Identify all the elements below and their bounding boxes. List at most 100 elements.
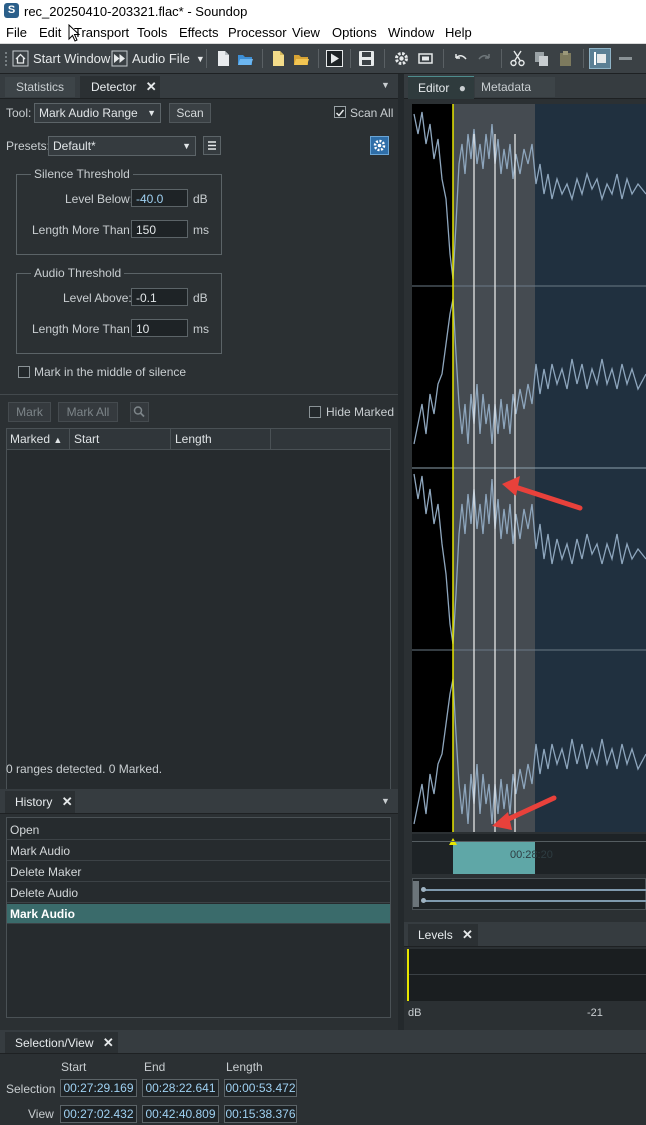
play-icon[interactable]	[326, 50, 343, 67]
mark-all-button[interactable]: Mark All	[58, 402, 118, 422]
audio-file-label: Audio File	[132, 51, 190, 66]
detector-status: 0 ranges detected. 0 Marked.	[6, 762, 163, 776]
silence-length-input[interactable]: 150	[131, 220, 188, 238]
history-item-selected[interactable]: Mark Audio	[7, 904, 390, 924]
panel-menu-dropdown-icon[interactable]: ▼	[381, 80, 390, 90]
gear-icon	[373, 139, 386, 152]
history-item[interactable]: Mark Audio	[7, 841, 390, 861]
title-bar: S rec_20250410-203321.flac* - Soundop	[0, 0, 646, 23]
selection-end-input[interactable]: 00:28:22.641	[142, 1079, 219, 1097]
close-tab-icon[interactable]: ✕	[462, 927, 473, 942]
timeline-time-label: 00:28:20	[510, 849, 553, 861]
tab-metadata[interactable]: Metadata	[475, 77, 555, 97]
audio-length-input[interactable]: 10	[131, 319, 188, 337]
audio-length-unit: ms	[193, 322, 209, 336]
copy-icon[interactable]	[533, 50, 550, 67]
menu-bar: File Edit Transport Tools Effects Proces…	[0, 23, 646, 44]
silence-level-input[interactable]: -40.0	[131, 189, 188, 207]
detector-settings-button[interactable]	[370, 136, 389, 155]
silence-level-unit: dB	[193, 192, 208, 206]
view-length-input[interactable]: 00:15:38.376	[224, 1105, 297, 1123]
undo-icon[interactable]	[452, 50, 469, 67]
chevron-down-icon: ▼	[147, 108, 156, 118]
new-project-icon[interactable]	[270, 50, 287, 67]
tab-history[interactable]: History ✕	[5, 791, 75, 813]
menu-processor[interactable]: Processor	[228, 25, 287, 40]
select-range-icon	[594, 52, 606, 65]
tab-editor[interactable]: Editor ●	[408, 76, 474, 99]
menu-options[interactable]: Options	[332, 25, 377, 40]
audio-level-label: Level Above:	[63, 291, 132, 305]
presets-select[interactable]: Default* ▼	[48, 136, 196, 156]
selection-start-input[interactable]: 00:27:29.169	[60, 1079, 137, 1097]
scan-button[interactable]: Scan	[169, 103, 211, 123]
tool-select[interactable]: Mark Audio Range ▼	[34, 103, 161, 123]
panel-menu-dropdown-icon[interactable]: ▼	[381, 796, 390, 806]
overview-handle[interactable]	[413, 881, 419, 907]
menu-window[interactable]: Window	[388, 25, 434, 40]
tab-levels[interactable]: Levels ✕	[408, 924, 478, 946]
menu-effects[interactable]: Effects	[179, 25, 219, 40]
view-end-input[interactable]: 00:42:40.809	[142, 1105, 219, 1123]
start-window-button[interactable]: Start Window	[12, 48, 110, 69]
mouse-cursor-icon	[68, 24, 80, 42]
history-item[interactable]: Delete Maker	[7, 862, 390, 882]
find-button[interactable]	[130, 402, 149, 422]
toolbar-separator	[443, 49, 444, 68]
col-start[interactable]: Start	[74, 432, 99, 446]
tab-statistics[interactable]: Statistics	[5, 77, 75, 97]
menu-edit[interactable]: Edit	[39, 25, 61, 40]
history-item[interactable]: Delete Audio	[7, 883, 390, 903]
select-tool-button[interactable]	[589, 48, 611, 69]
start-window-label: Start Window	[33, 51, 111, 66]
menu-view[interactable]: View	[292, 25, 320, 40]
close-tab-icon[interactable]: ✕	[62, 794, 73, 809]
divider	[0, 394, 398, 395]
selection-length-input[interactable]: 00:00:53.472	[224, 1079, 297, 1097]
audio-level-unit: dB	[193, 291, 208, 305]
audio-file-button[interactable]: Audio File ▼	[111, 48, 205, 69]
silence-threshold-group: Silence Threshold	[16, 167, 222, 255]
toolbar-separator	[501, 49, 502, 68]
close-tab-icon[interactable]: ✕	[146, 79, 157, 94]
open-project-icon[interactable]	[293, 50, 310, 67]
history-item[interactable]: Open	[7, 820, 390, 840]
mark-middle-checkbox[interactable]	[18, 366, 30, 378]
hide-marked-checkbox[interactable]	[309, 406, 321, 418]
menu-tools[interactable]: Tools	[137, 25, 167, 40]
editor-panel: Editor ● Metadata 00:28:20	[404, 74, 646, 916]
toolbar-separator	[262, 49, 263, 68]
overview-strip[interactable]	[412, 878, 646, 910]
waveform-view[interactable]	[412, 104, 646, 832]
col-marked[interactable]: Marked ▲	[10, 432, 62, 446]
hide-marked-label: Hide Marked	[326, 405, 395, 419]
open-file-icon[interactable]	[237, 50, 254, 67]
presets-list-button[interactable]	[203, 136, 221, 155]
processor-chip-icon[interactable]	[417, 50, 434, 67]
app-icon: S	[4, 3, 19, 18]
cut-scissors-icon[interactable]	[509, 50, 526, 67]
view-start-input[interactable]: 00:27:02.432	[60, 1105, 137, 1123]
menu-file[interactable]: File	[6, 25, 27, 40]
home-icon	[12, 50, 29, 67]
menu-help[interactable]: Help	[445, 25, 472, 40]
save-icon[interactable]	[358, 50, 375, 67]
toolbar-separator	[384, 49, 385, 68]
marker-tool-icon[interactable]	[617, 50, 634, 67]
col-length[interactable]: Length	[175, 432, 212, 446]
silence-threshold-title: Silence Threshold	[31, 167, 133, 181]
redo-icon[interactable]	[476, 50, 493, 67]
paste-icon[interactable]	[557, 50, 574, 67]
selection-view-panel: Selection/View ✕ Start End Length Select…	[0, 1030, 646, 1125]
close-tab-icon[interactable]: ✕	[103, 1035, 114, 1050]
new-file-icon[interactable]	[215, 50, 232, 67]
header-end: End	[144, 1060, 166, 1074]
history-panel: History ✕ ▼ Open Mark Audio Delete Maker…	[0, 789, 398, 1025]
audio-level-input[interactable]: -0.1	[131, 288, 188, 306]
tab-detector[interactable]: Detector ✕	[80, 76, 160, 98]
tab-selection-view[interactable]: Selection/View ✕	[5, 1032, 118, 1053]
menu-transport[interactable]: Transport	[74, 25, 129, 40]
scan-all-checkbox[interactable]	[334, 106, 346, 118]
mark-button[interactable]: Mark	[8, 402, 51, 422]
settings-gear-icon[interactable]	[393, 50, 410, 67]
